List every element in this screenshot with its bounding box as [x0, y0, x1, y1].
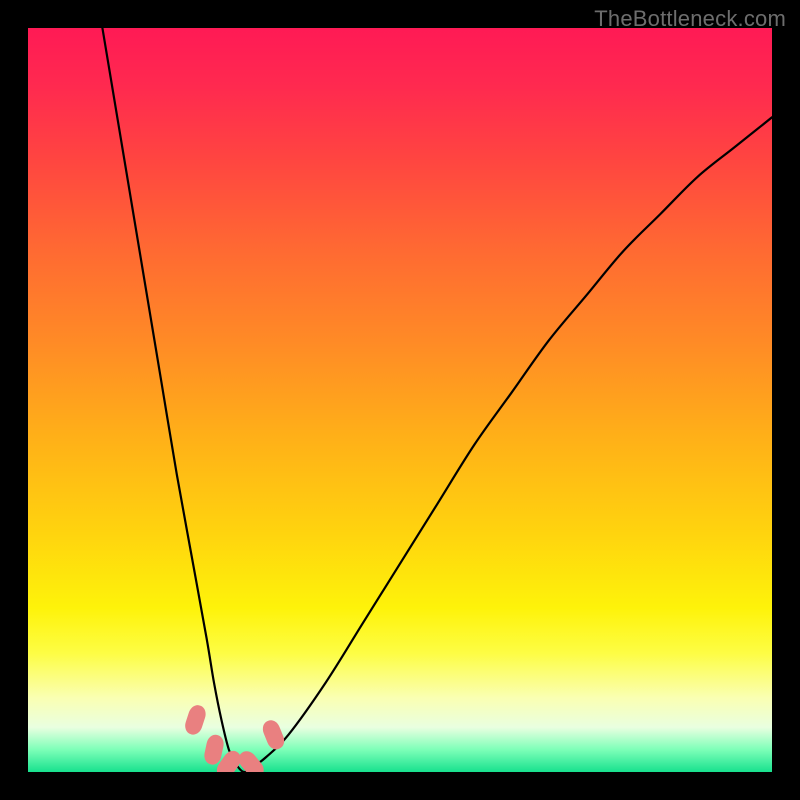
bottleneck-curve-svg	[28, 28, 772, 772]
chart-plot-area	[28, 28, 772, 772]
curve-marker	[260, 718, 287, 752]
curve-marker-group	[183, 703, 287, 772]
curve-marker	[183, 703, 208, 737]
bottleneck-curve-path	[102, 28, 772, 772]
